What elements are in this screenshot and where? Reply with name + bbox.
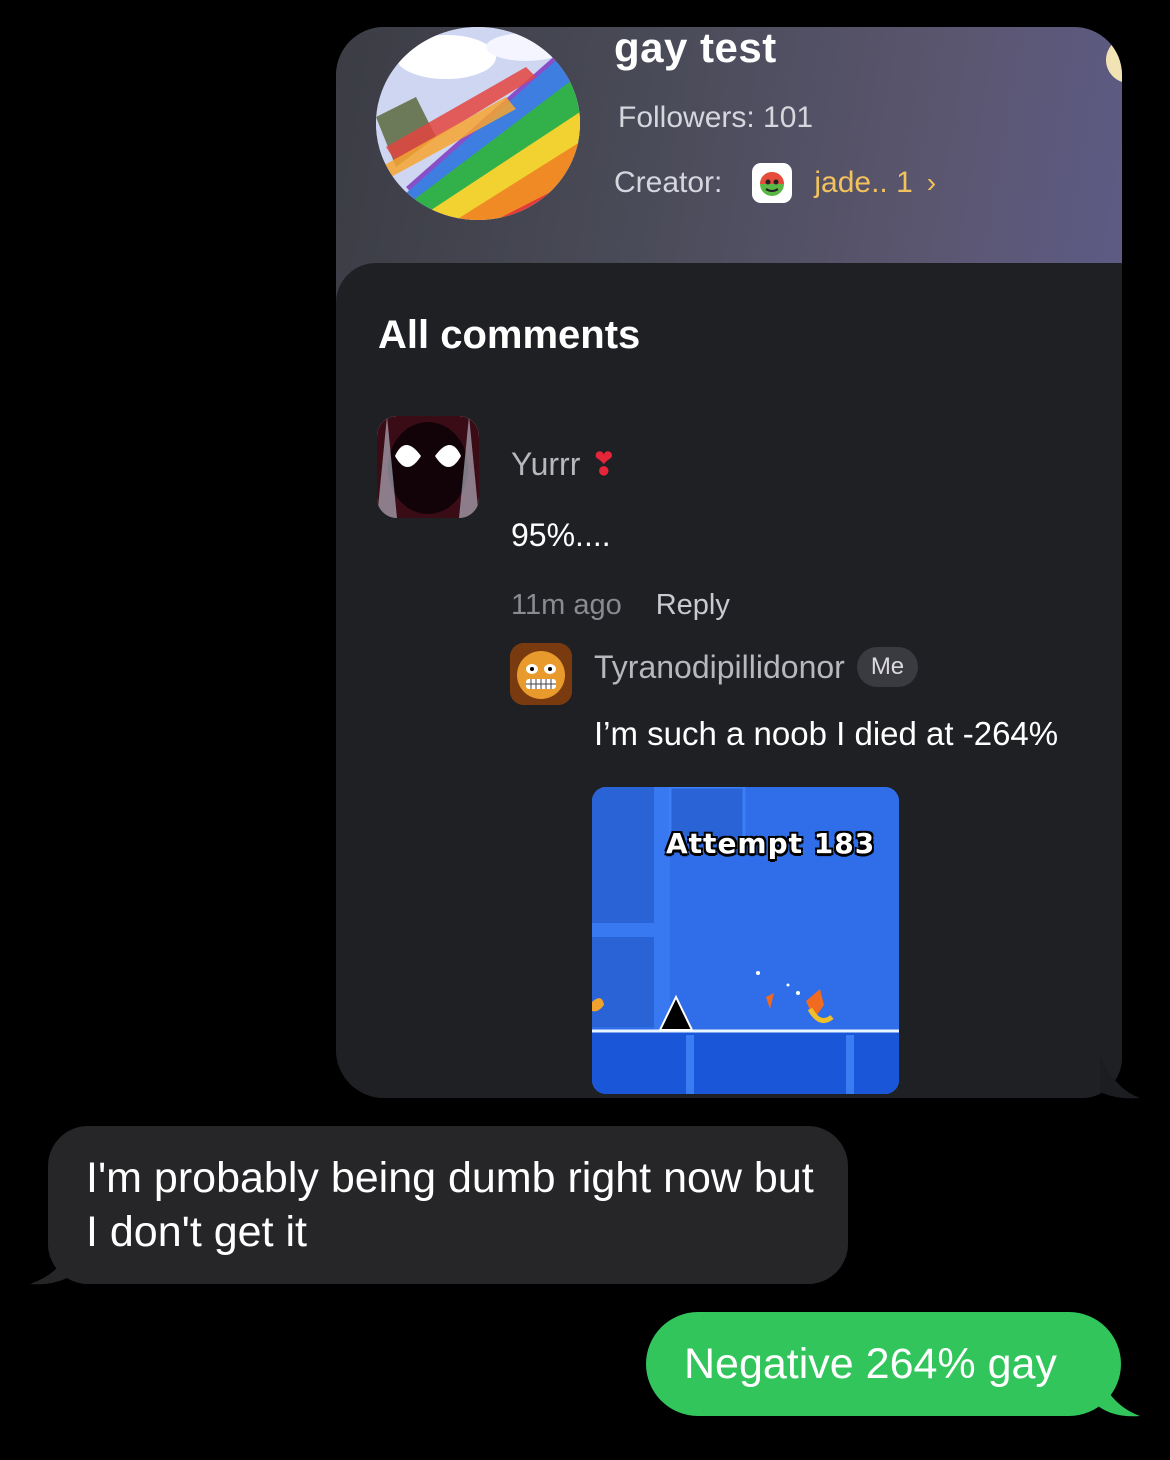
creator-avatar-icon: [752, 163, 793, 203]
reply-username[interactable]: Tyranodipillidonor Me: [594, 647, 919, 687]
attempt-counter-text: Attempt 183: [666, 827, 876, 860]
creator-name-link[interactable]: jade.. 1: [814, 166, 912, 200]
comment-avatar[interactable]: [377, 416, 479, 518]
bubble-tail-green: [1098, 1374, 1140, 1417]
comment-text: 95%....: [511, 517, 611, 553]
playlist-cover-image: [376, 27, 580, 220]
creator-row[interactable]: Creator: jade.. 1 ›: [614, 163, 936, 203]
comment-username[interactable]: Yurrr ❣: [511, 445, 617, 483]
followers-count: Followers: 101: [618, 101, 814, 134]
incoming-message-text: I'm probably being dumb right now but I …: [86, 1154, 814, 1256]
reply-avatar[interactable]: [510, 643, 572, 705]
reply-image-attachment[interactable]: Attempt 183: [592, 787, 899, 1094]
reply-text: I’m such a noob I died at -264%: [594, 715, 1059, 752]
comments-panel: All comments Yurrr ❣ 95%.... 11m ago Rep…: [336, 263, 1122, 1098]
bubble-tail-gray: [30, 1244, 74, 1285]
comment-timestamp: 11m ago: [511, 589, 622, 621]
comment-username-text: Yurrr: [511, 445, 581, 482]
outgoing-message-text: Negative 264% gay: [684, 1340, 1057, 1388]
playlist-title: gay test: [614, 27, 777, 71]
comments-title: All comments: [378, 313, 641, 357]
corner-avatar-fragment: [1106, 37, 1122, 83]
reply-button[interactable]: Reply: [656, 589, 730, 622]
chevron-right-icon: ›: [926, 167, 937, 198]
shared-screenshot-bubble[interactable]: gay test Followers: 101 Creator: jade.. …: [336, 27, 1122, 1098]
heart-icon: ❣: [590, 446, 618, 482]
bubble-tail-dark: [1100, 1056, 1140, 1099]
creator-label: Creator:: [614, 166, 723, 199]
comment-meta: 11m ago Reply: [511, 589, 730, 622]
reply-username-text: Tyranodipillidonor: [594, 648, 845, 685]
me-badge: Me: [856, 647, 919, 687]
